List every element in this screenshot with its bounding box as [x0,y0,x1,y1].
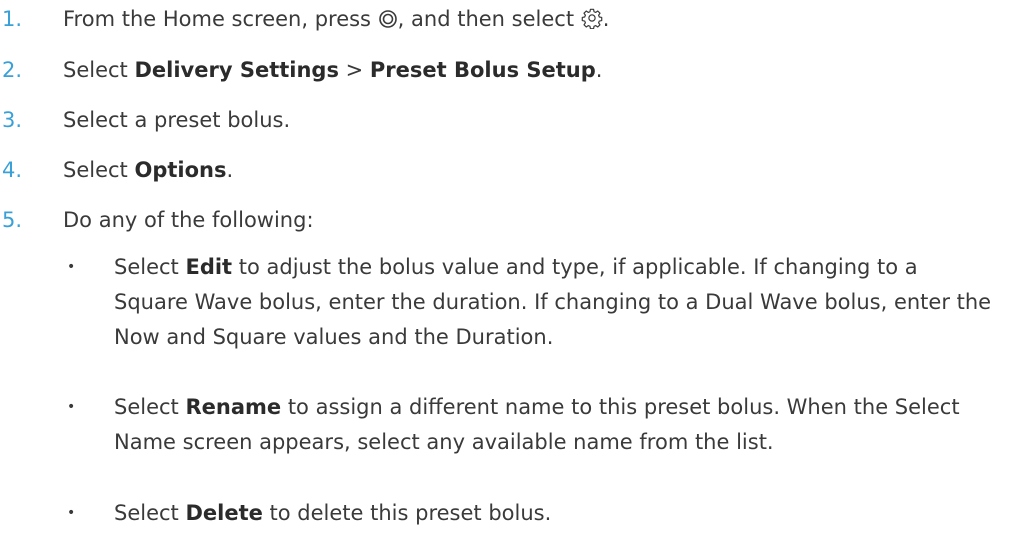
option-edit: Edit [185,255,233,279]
step-number: 3. [2,108,23,132]
gear-icon [581,7,603,36]
step-text: Select a preset bolus. [63,108,291,132]
bullet-text: Select Edit to adjust the bolus value an… [114,255,992,349]
step-text: Do any of the following: [63,208,314,232]
menu-item-options: Options [134,158,227,182]
bullet-marker: • [67,259,76,275]
option-delete: Delete [185,501,263,525]
step-number: 5. [2,208,23,232]
step-number: 2. [2,58,23,82]
bullet-text: Select Delete to delete this preset bolu… [114,501,552,525]
select-button-icon [378,9,398,36]
step-number: 1. [2,7,23,31]
bullet-marker: • [67,399,76,415]
step-number: 4. [2,158,23,182]
step-text: From the Home screen, press , and then s… [63,6,609,36]
option-rename: Rename [185,395,282,419]
bullet-marker: • [67,505,76,521]
menu-path-delivery-settings: Delivery Settings [134,58,339,82]
bullet-text: Select Rename to assign a different name… [114,395,960,454]
step-text: Select Delivery Settings > Preset Bolus … [63,58,603,82]
step-text: Select Options. [63,158,234,182]
menu-path-preset-bolus-setup: Preset Bolus Setup [369,58,596,82]
